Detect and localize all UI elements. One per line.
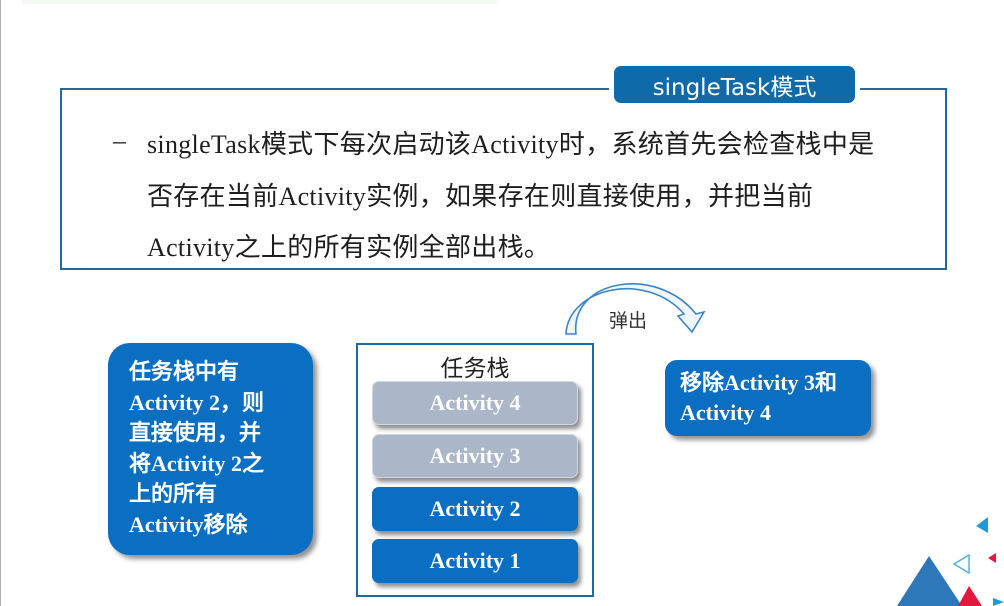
description-line-3: Activity之上的所有实例全部出栈。 <box>147 233 551 262</box>
deco-triangle-small-red <box>988 553 996 563</box>
pop-label: 弹出 <box>609 310 648 332</box>
task-stack: 任务栈 Activity 4 Activity 3 Activity 2 Act… <box>356 343 594 597</box>
stack-item-activity-4: Activity 4 <box>372 381 578 425</box>
explanation-card: 任务栈中有 Activity 2，则 直接使用，并 将Activity 2之 上… <box>108 343 313 555</box>
decorative-triangles <box>897 517 1004 606</box>
bullet-dash: – <box>113 126 126 155</box>
deco-triangle-corner-blue <box>993 598 1004 606</box>
deco-triangle-red <box>958 586 982 606</box>
deco-triangle-outline <box>952 553 970 575</box>
result-card: 移除Activity 3和 Activity 4 <box>665 360 871 436</box>
stack-item-activity-3: Activity 3 <box>372 434 578 478</box>
explanation-line: 将Activity 2之 <box>129 450 265 476</box>
result-line: 移除Activity 3和 <box>680 370 838 395</box>
title-badge: singleTask模式 <box>614 66 855 103</box>
stack-item-activity-2: Activity 2 <box>372 487 578 531</box>
explanation-line: 任务栈中有 <box>129 359 240 384</box>
stack-item-activity-1: Activity 1 <box>372 539 578 583</box>
deco-triangle-large-blue <box>897 556 962 606</box>
description-line-2: 否存在当前Activity实例，如果存在则直接使用，并把当前 <box>147 182 814 211</box>
deco-triangle-small-blue <box>976 517 988 533</box>
explanation-line: Activity 2，则 <box>129 389 265 415</box>
explanation-line: 上的所有 <box>129 481 218 506</box>
result-line: Activity 4 <box>680 400 772 425</box>
explanation-line: 直接使用，并 <box>129 420 262 445</box>
description-line-1: singleTask模式下每次启动该Activity时，系统首先会检查栈中是 <box>147 130 875 159</box>
task-stack-title: 任务栈 <box>440 356 510 381</box>
slide-left-edge <box>0 0 1 606</box>
top-strip <box>22 0 497 4</box>
explanation-line: Activity移除 <box>129 511 248 537</box>
